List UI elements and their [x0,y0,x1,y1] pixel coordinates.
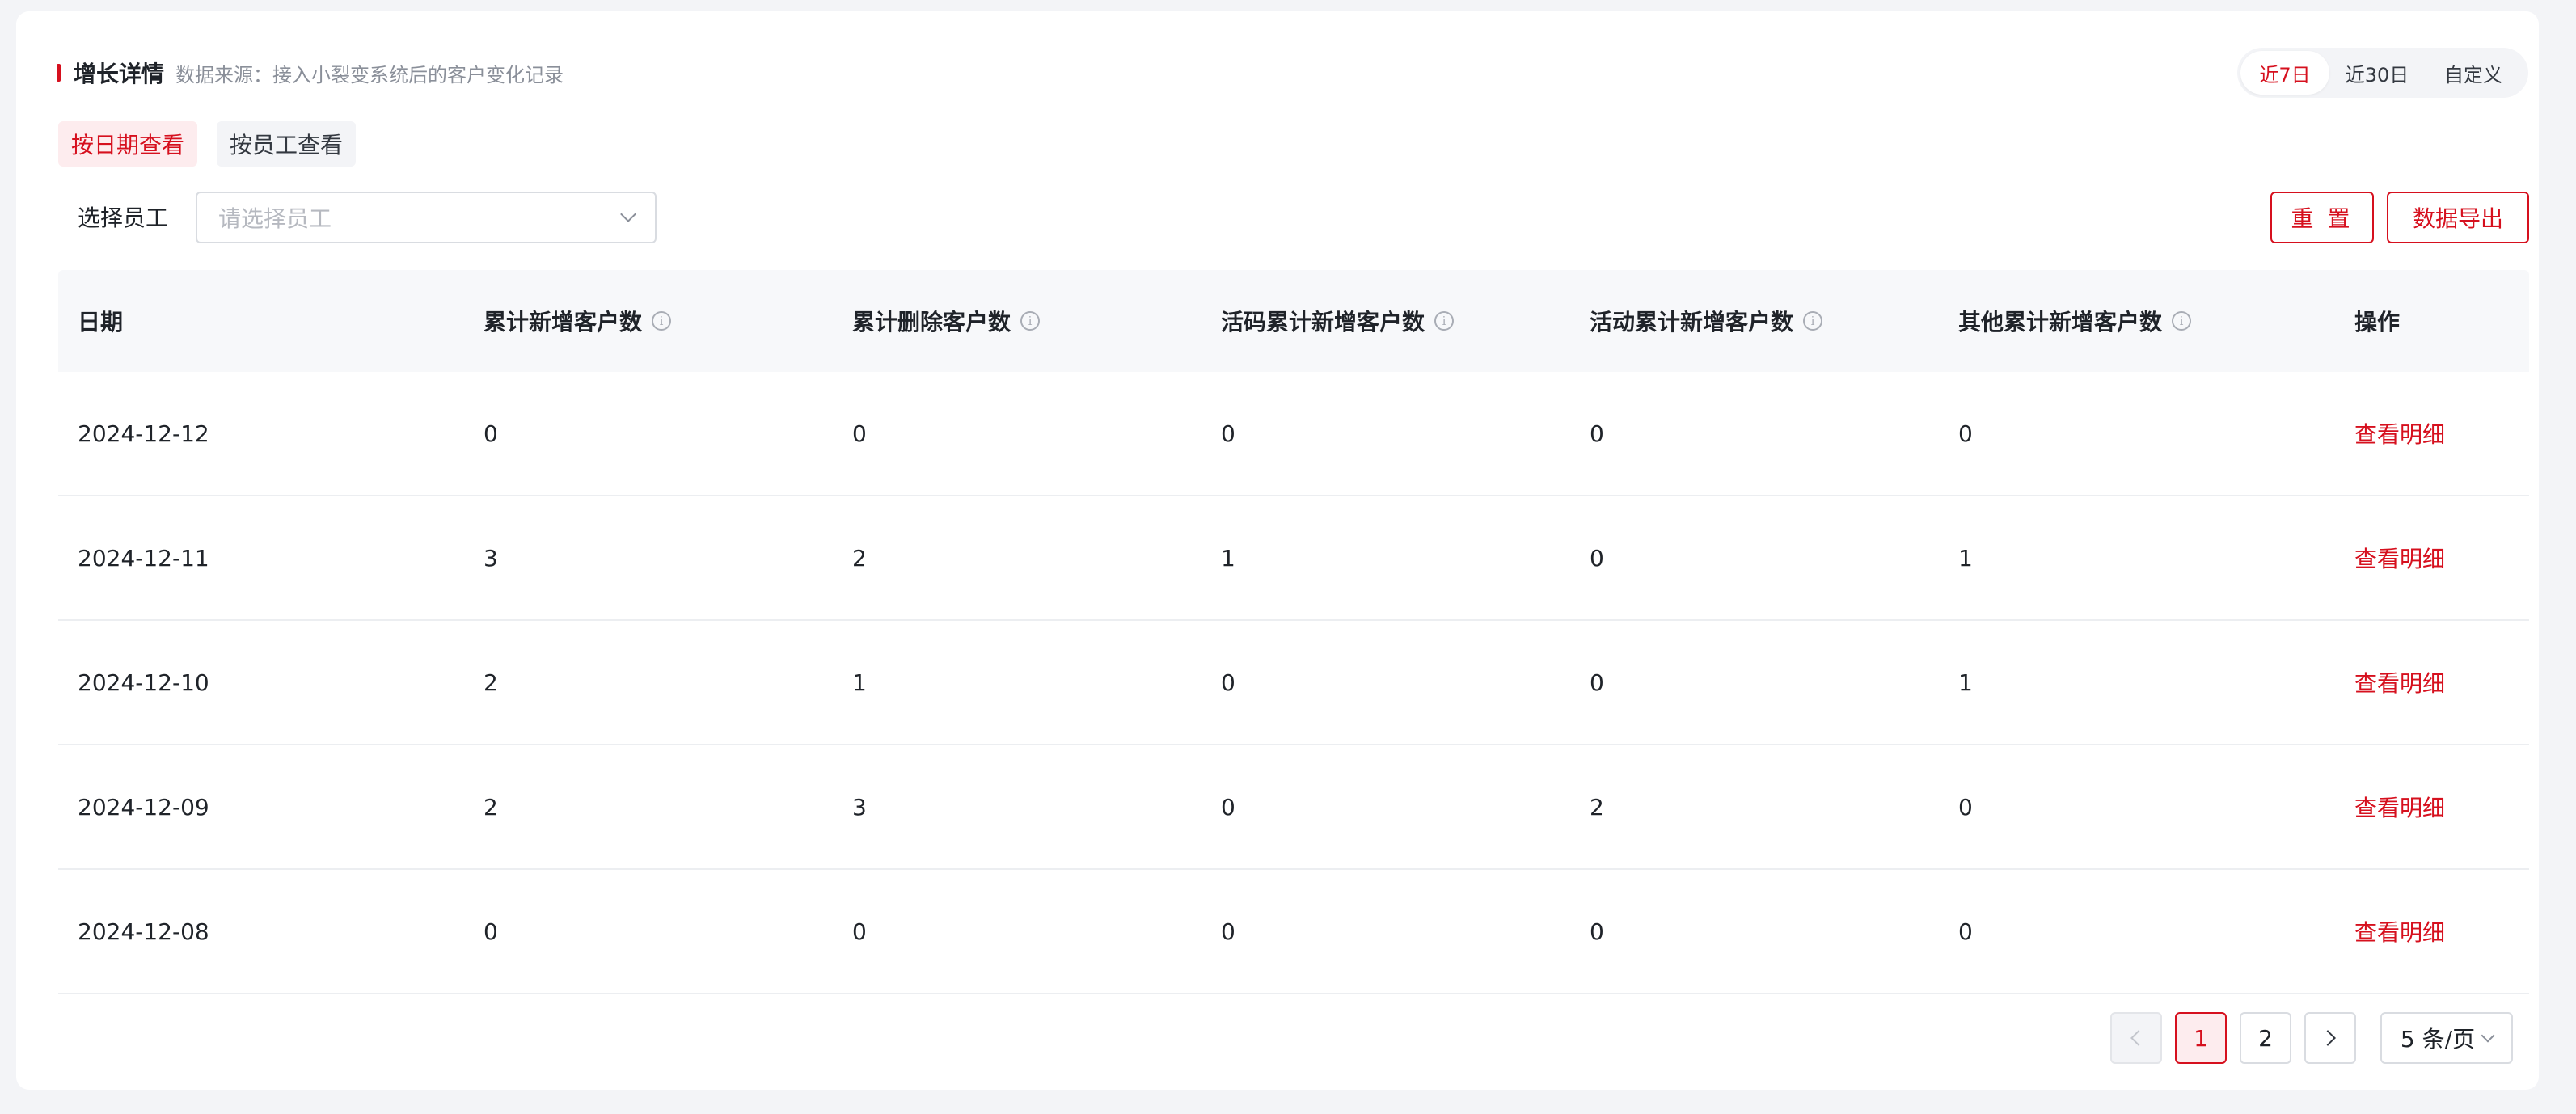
column-header-deleted: 累计删除客户数 i [852,305,1041,337]
info-icon[interactable]: i [2172,311,2192,331]
view-detail-link[interactable]: 查看明细 [2354,417,2445,449]
cell-added: 2 [484,793,498,821]
table-row: 2024-12-09 2 3 0 2 0 查看明细 [58,745,2529,870]
cell-deleted: 0 [852,420,867,447]
cell-deleted: 3 [852,793,867,821]
column-header-added: 累计新增客户数 i [484,305,672,337]
cell-date: 2024-12-11 [78,544,209,572]
cell-other-added: 1 [1958,669,1973,696]
chevron-left-icon [2130,1030,2147,1046]
info-icon[interactable]: i [1803,311,1823,331]
cell-added: 0 [484,420,498,447]
employee-select[interactable]: 请选择员工 [196,192,657,243]
chevron-down-icon [2481,1028,2495,1043]
column-header-date: 日期 [78,305,123,337]
cell-other-added: 0 [1958,793,1973,821]
cell-activity-added: 0 [1590,420,1604,447]
page-title: 增长详情 [74,61,165,87]
column-label: 活动累计新增客户数 [1590,309,1794,335]
column-label: 日期 [78,309,124,335]
cell-activity-added: 0 [1590,918,1604,945]
cell-deleted: 2 [852,544,867,572]
info-icon[interactable]: i [1020,311,1041,331]
range-7-days-button[interactable]: 近7日 [2240,51,2329,95]
cell-other-added: 0 [1958,420,1973,447]
page-size-select[interactable]: 5 条/页 [2380,1012,2513,1064]
range-30-days-button[interactable]: 近30日 [2329,51,2425,95]
chevron-down-icon [620,206,636,222]
cell-other-added: 0 [1958,918,1973,945]
page-size-value: 5 条/页 [2400,1026,2476,1053]
view-detail-link[interactable]: 查看明细 [2354,542,2445,574]
column-label: 活码累计新增客户数 [1221,309,1425,335]
cell-deleted: 0 [852,918,867,945]
column-header-activity-added: 活动累计新增客户数 i [1590,305,1823,337]
table-row: 2024-12-08 0 0 0 0 0 查看明细 [58,870,2529,994]
reset-button[interactable]: 重 置 [2270,192,2374,243]
cell-activity-added: 0 [1590,669,1604,696]
cell-qrcode-added: 0 [1221,793,1235,821]
growth-table: 日期 累计新增客户数 i 累计删除客户数 i 活码累计新增客户数 i 活动累计新增客户… [58,270,2529,994]
data-source-note: 数据来源：接入小裂变系统后的客户变化记录 [175,63,564,87]
cell-other-added: 1 [1958,544,1973,572]
column-header-qrcode-added: 活码累计新增客户数 i [1221,305,1455,337]
column-label: 累计新增客户数 [484,309,643,335]
info-icon[interactable]: i [1434,311,1455,331]
column-header-other-added: 其他累计新增客户数 i [1958,305,2192,337]
cell-date: 2024-12-10 [78,669,209,696]
cell-qrcode-added: 0 [1221,918,1235,945]
date-range-switch: 近7日 近30日 自定义 [2237,48,2528,98]
column-label: 累计删除客户数 [852,309,1011,335]
title-accent-mark [57,64,61,82]
column-label: 其他累计新增客户数 [1958,309,2163,335]
next-page-button[interactable] [2304,1012,2356,1064]
cell-date: 2024-12-12 [78,420,209,447]
export-data-button[interactable]: 数据导出 [2387,192,2529,243]
cell-deleted: 1 [852,669,867,696]
growth-detail-card: 增长详情 数据来源：接入小裂变系统后的客户变化记录 近7日 近30日 自定义 按… [16,11,2539,1090]
cell-date: 2024-12-09 [78,793,209,821]
table-row: 2024-12-10 2 1 0 0 1 查看明细 [58,621,2529,745]
cell-activity-added: 2 [1590,793,1604,821]
table-row: 2024-12-11 3 2 1 0 1 查看明细 [58,496,2529,621]
page-1-button[interactable]: 1 [2175,1012,2227,1064]
range-custom-button[interactable]: 自定义 [2425,51,2522,95]
cell-qrcode-added: 0 [1221,420,1235,447]
view-tabs: 按日期查看 按员工查看 [58,121,357,167]
column-label: 操作 [2354,309,2401,335]
cell-qrcode-added: 0 [1221,669,1235,696]
info-icon[interactable]: i [652,311,672,331]
chevron-right-icon [2320,1030,2336,1046]
cell-added: 0 [484,918,498,945]
tab-by-date[interactable]: 按日期查看 [58,121,198,167]
prev-page-button[interactable] [2110,1012,2162,1064]
employee-filter-label: 选择员工 [78,205,169,231]
employee-select-placeholder: 请选择员工 [218,205,332,232]
view-detail-link[interactable]: 查看明细 [2354,666,2445,698]
cell-date: 2024-12-08 [78,918,209,945]
title-bar: 增长详情 数据来源：接入小裂变系统后的客户变化记录 [57,49,564,97]
cell-qrcode-added: 1 [1221,544,1235,572]
view-detail-link[interactable]: 查看明细 [2354,915,2445,947]
cell-activity-added: 0 [1590,544,1604,572]
page-2-button[interactable]: 2 [2240,1012,2291,1064]
table-row: 2024-12-12 0 0 0 0 0 查看明细 [58,372,2529,496]
cell-added: 3 [484,544,498,572]
view-detail-link[interactable]: 查看明细 [2354,791,2445,823]
tab-by-employee[interactable]: 按员工查看 [217,121,357,167]
column-header-action: 操作 [2354,305,2400,337]
table-header: 日期 累计新增客户数 i 累计删除客户数 i 活码累计新增客户数 i 活动累计新增客户… [58,270,2529,372]
cell-added: 2 [484,669,498,696]
